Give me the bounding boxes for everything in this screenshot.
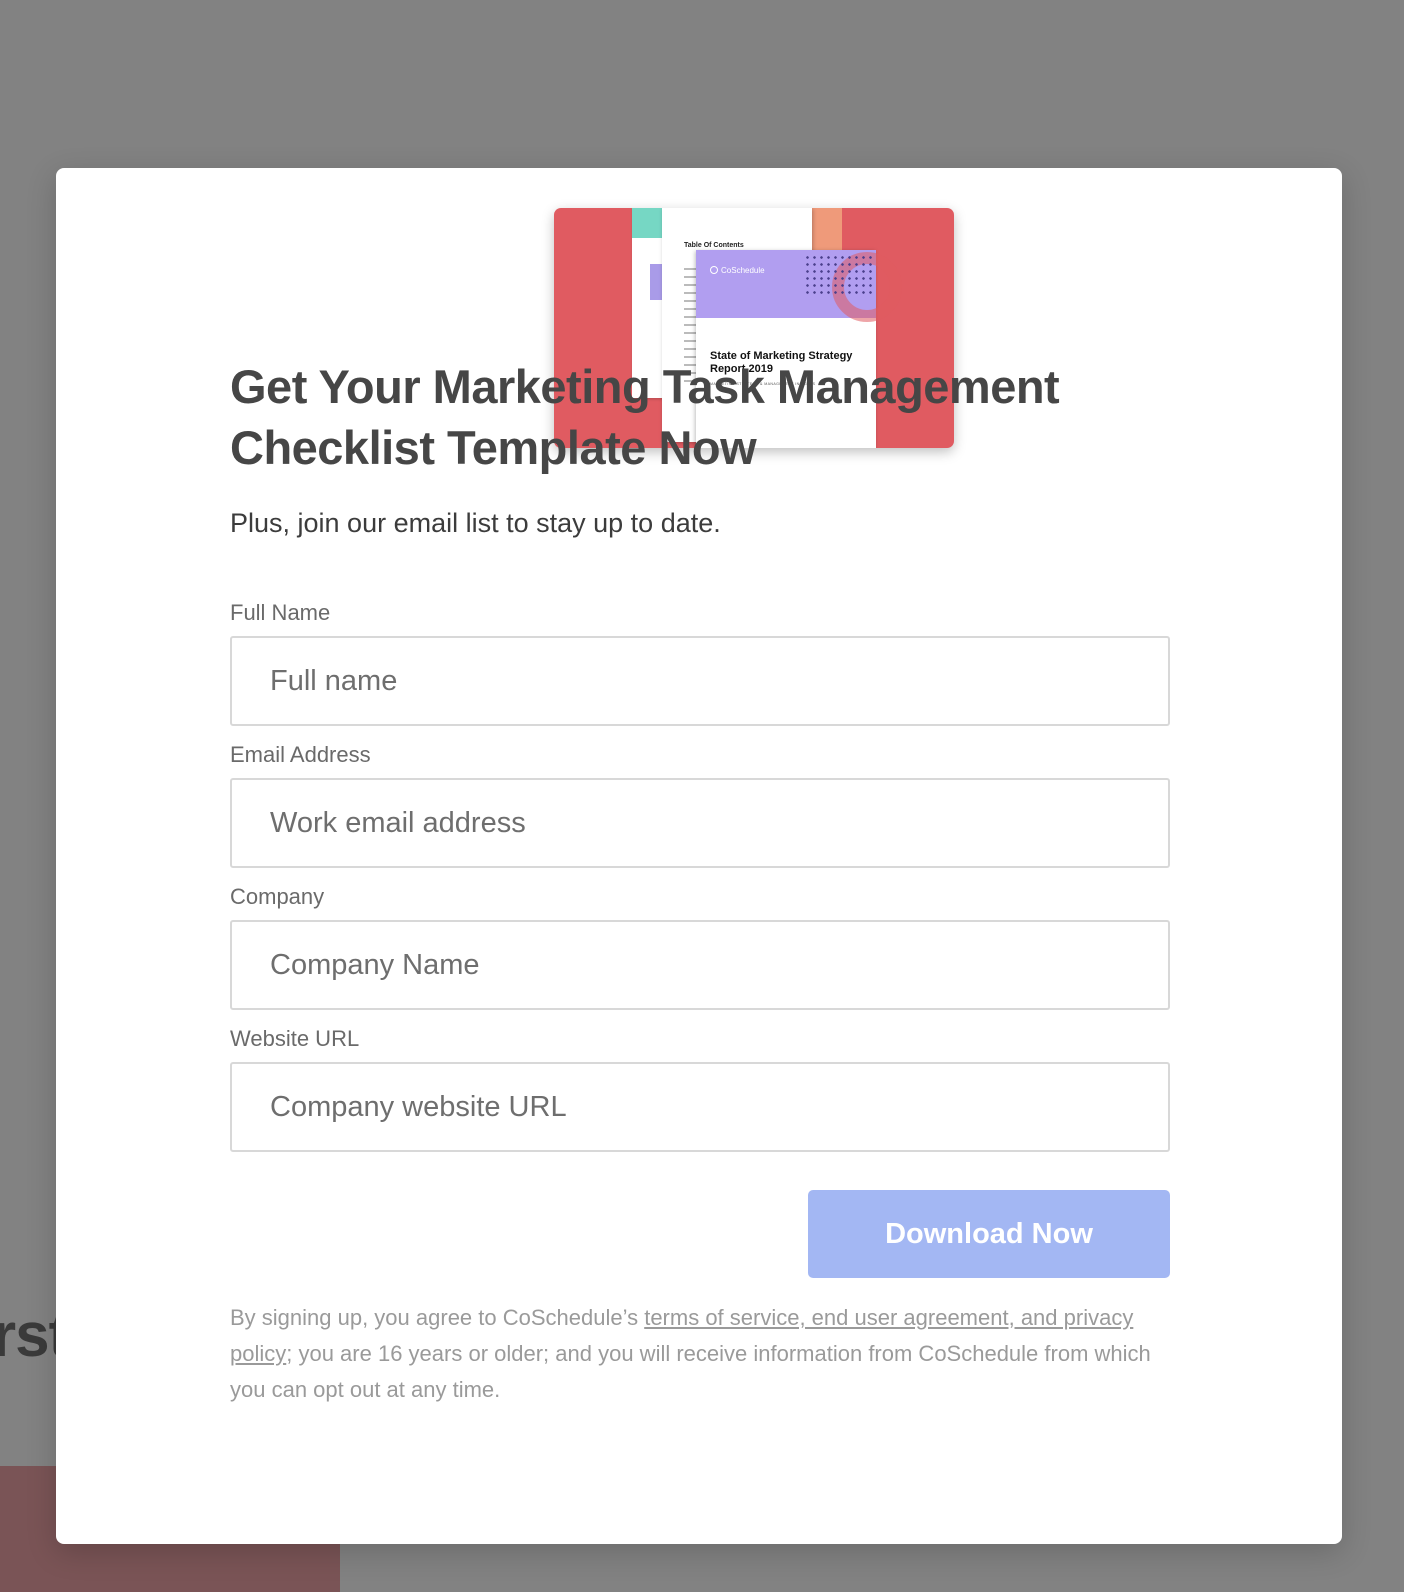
email-label: Email Address (230, 742, 371, 767)
cover-header: CoSchedule (696, 250, 902, 322)
coschedule-logo: CoSchedule (710, 266, 765, 275)
full-name-input[interactable] (230, 636, 1170, 726)
download-now-button[interactable]: Download Now (808, 1190, 1170, 1278)
email-input[interactable] (230, 778, 1170, 868)
coschedule-logo-icon (710, 266, 718, 274)
modal-title: Get Your Marketing Task Management Check… (230, 360, 1060, 474)
signup-modal: Table Of Contents CoSchedule State of Ma… (56, 168, 1342, 1544)
company-input[interactable] (230, 920, 1170, 1010)
toc-title: Table Of Contents (684, 242, 744, 249)
cover-dot-pattern (804, 254, 874, 294)
modal-subtitle: Plus, join our email list to stay up to … (230, 508, 721, 538)
website-url-label: Website URL (230, 1026, 360, 1051)
full-name-label: Full Name (230, 600, 331, 625)
legal-disclaimer: By signing up, you agree to CoSchedule’s… (230, 1305, 1151, 1402)
website-url-input[interactable] (230, 1062, 1170, 1152)
company-label: Company (230, 884, 325, 909)
